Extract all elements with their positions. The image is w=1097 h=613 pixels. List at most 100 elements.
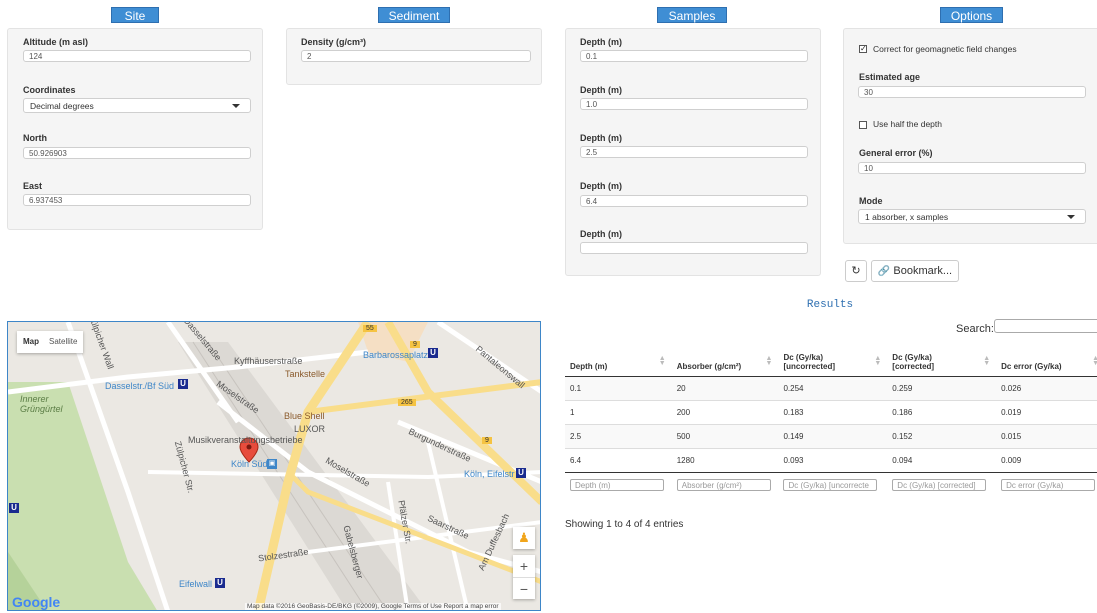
search-label: Search:	[956, 323, 994, 335]
map-view[interactable]: Map Satellite Kyffhäuserstraße Tankstell…	[7, 321, 541, 611]
bookmark-button[interactable]: 🔗 Bookmark...	[871, 260, 959, 282]
cell: 1280	[671, 447, 779, 472]
options-tab-button[interactable]: Options	[940, 7, 1003, 23]
map-marker-dot	[246, 444, 252, 450]
site-tab-button[interactable]: Site	[111, 7, 159, 23]
train-icon: ▣	[267, 459, 277, 469]
cell: 500	[671, 423, 779, 448]
label-barbarossa: Barbarossaplatz	[363, 350, 429, 360]
filter-absorber-input[interactable]: Absorber (g/cm²)	[676, 478, 771, 491]
cell: 20	[671, 375, 779, 400]
cell: 0.149	[778, 423, 888, 448]
label-musik: Musikveranstaltungsbetriebe	[188, 435, 303, 445]
depth-input-5[interactable]	[580, 242, 808, 254]
east-label: East	[23, 181, 43, 191]
results-title: Results	[806, 299, 854, 311]
satellite-type-button[interactable]: Satellite	[49, 337, 77, 346]
error-input[interactable]: 10	[858, 162, 1086, 174]
column-header-absorber[interactable]: Absorber (g/cm²) ▲ ▼	[671, 342, 779, 377]
cell: 1	[565, 399, 672, 424]
table-row: 0.1 20 0.254 0.259 0.026	[565, 375, 1097, 400]
route-badge-55: 55	[363, 325, 377, 332]
geomag-label: Correct for geomagnetic field changes	[873, 44, 1017, 54]
depth-input-2[interactable]: 1.0	[580, 98, 808, 110]
map-type-button[interactable]: Map	[23, 337, 39, 346]
subway-icon: U	[215, 578, 225, 588]
chevron-down-icon	[232, 104, 240, 108]
cell: 0.152	[887, 423, 997, 448]
north-label: North	[23, 133, 47, 143]
cell: 0.015	[996, 423, 1097, 448]
depth-label-4: Depth (m)	[580, 181, 622, 191]
coordinates-selected: Decimal degrees	[30, 101, 94, 111]
table-info: Showing 1 to 4 of 4 entries	[565, 519, 684, 530]
zoom-out-button[interactable]: −	[513, 577, 535, 600]
refresh-button[interactable]: ↻	[845, 260, 867, 282]
depth-label-5: Depth (m)	[580, 229, 622, 239]
label-eifelwall: Eifelwall	[179, 579, 213, 589]
filter-dc-corrected-input[interactable]: Dc (Gy/ka) [corrected]	[892, 478, 987, 491]
cell: 0.026	[996, 375, 1097, 400]
coordinates-select[interactable]: Decimal degrees	[23, 98, 251, 113]
cell: 200	[671, 399, 779, 424]
table-row: 1 200 0.183 0.186 0.019	[565, 399, 1097, 424]
filter-row: Depth (m) Absorber (g/cm²) Dc (Gy/ka) [u…	[565, 471, 1097, 497]
label-tankstelle: Tankstelle	[285, 369, 326, 379]
route-badge-9b: 9	[482, 437, 492, 444]
depth-label-2: Depth (m)	[580, 85, 622, 95]
sediment-tab-button[interactable]: Sediment	[378, 7, 450, 23]
zoom-in-button[interactable]: +	[513, 555, 535, 577]
depth-input-4[interactable]: 6.4	[580, 195, 808, 207]
results-table: Depth (m) ▲ ▼ Absorber (g/cm²) ▲ ▼ Dc (Gy/ka…	[565, 342, 1097, 497]
column-header-depth[interactable]: Depth (m) ▲ ▼	[565, 342, 672, 377]
depth-input-3[interactable]: 2.5	[580, 146, 808, 158]
search-input[interactable]	[994, 319, 1097, 333]
cell: 2.5	[565, 423, 672, 448]
street-view-pegman-icon[interactable]: ♟	[513, 527, 535, 549]
filter-depth-input[interactable]: Depth (m)	[570, 478, 664, 491]
refresh-icon: ↻	[851, 265, 861, 277]
cell: 0.254	[778, 375, 888, 400]
column-header-dc-error[interactable]: Dc error (Gy/ka) ▲ ▼	[996, 342, 1097, 377]
east-input[interactable]: 6.937453	[23, 194, 251, 206]
cell: 0.186	[887, 399, 997, 424]
column-header-dc-uncorrected[interactable]: Dc (Gy/ka) [uncorrected] ▲ ▼	[778, 342, 888, 377]
sort-icon: ▲ ▼	[1092, 355, 1097, 367]
mode-label: Mode	[859, 196, 883, 206]
depth-label-3: Depth (m)	[580, 133, 622, 143]
zoom-control: + −	[513, 555, 535, 599]
depth-input-1[interactable]: 0.1	[580, 50, 808, 62]
altitude-input[interactable]: 124	[23, 50, 251, 62]
sort-icon: ▲ ▼	[765, 355, 773, 367]
sort-icon: ▲ ▼	[658, 355, 666, 367]
density-input[interactable]: 2	[301, 50, 531, 62]
filter-dc-uncorrected-input[interactable]: Dc (Gy/ka) [uncorrecte	[783, 478, 878, 491]
half-depth-checkbox[interactable]	[859, 121, 867, 129]
age-input[interactable]: 30	[858, 86, 1086, 98]
label-luxor: LUXOR	[294, 424, 326, 434]
coordinates-label: Coordinates	[23, 85, 76, 95]
filter-dc-error-input[interactable]: Dc error (Gy/ka)	[1001, 478, 1096, 491]
samples-tab-button[interactable]: Samples	[657, 7, 727, 23]
bookmark-label: Bookmark...	[893, 265, 953, 277]
mode-select[interactable]: 1 absorber, x samples	[858, 209, 1086, 224]
error-label: General error (%)	[859, 148, 933, 158]
cell: 0.183	[778, 399, 888, 424]
map-attribution[interactable]: Map data ©2016 GeoBasis-DE/BKG (©2009), …	[245, 603, 501, 610]
link-icon: 🔗	[877, 266, 891, 277]
column-header-dc-corrected[interactable]: Dc (Gy/ka) [corrected] ▲ ▼	[887, 342, 997, 377]
subway-icon: U	[428, 348, 438, 358]
north-input[interactable]: 50.926903	[23, 147, 251, 159]
subway-icon: U	[178, 379, 188, 389]
table-row: 6.4 1280 0.093 0.094 0.009	[565, 447, 1097, 472]
geomag-checkbox[interactable]: ✓	[859, 45, 867, 53]
density-label: Density (g/cm³)	[301, 37, 367, 47]
label-kolnsud: Köln Süd	[231, 459, 268, 469]
chevron-down-icon	[1067, 215, 1075, 219]
mode-selected: 1 absorber, x samples	[865, 212, 949, 222]
options-panel: ✓ Correct for geomagnetic field changes …	[843, 28, 1097, 244]
label-kyffhauser: Kyffhäuserstraße	[234, 356, 303, 366]
subway-icon: U	[9, 503, 19, 513]
half-depth-label: Use half the depth	[873, 119, 942, 129]
table-row: 2.5 500 0.149 0.152 0.015	[565, 423, 1097, 448]
